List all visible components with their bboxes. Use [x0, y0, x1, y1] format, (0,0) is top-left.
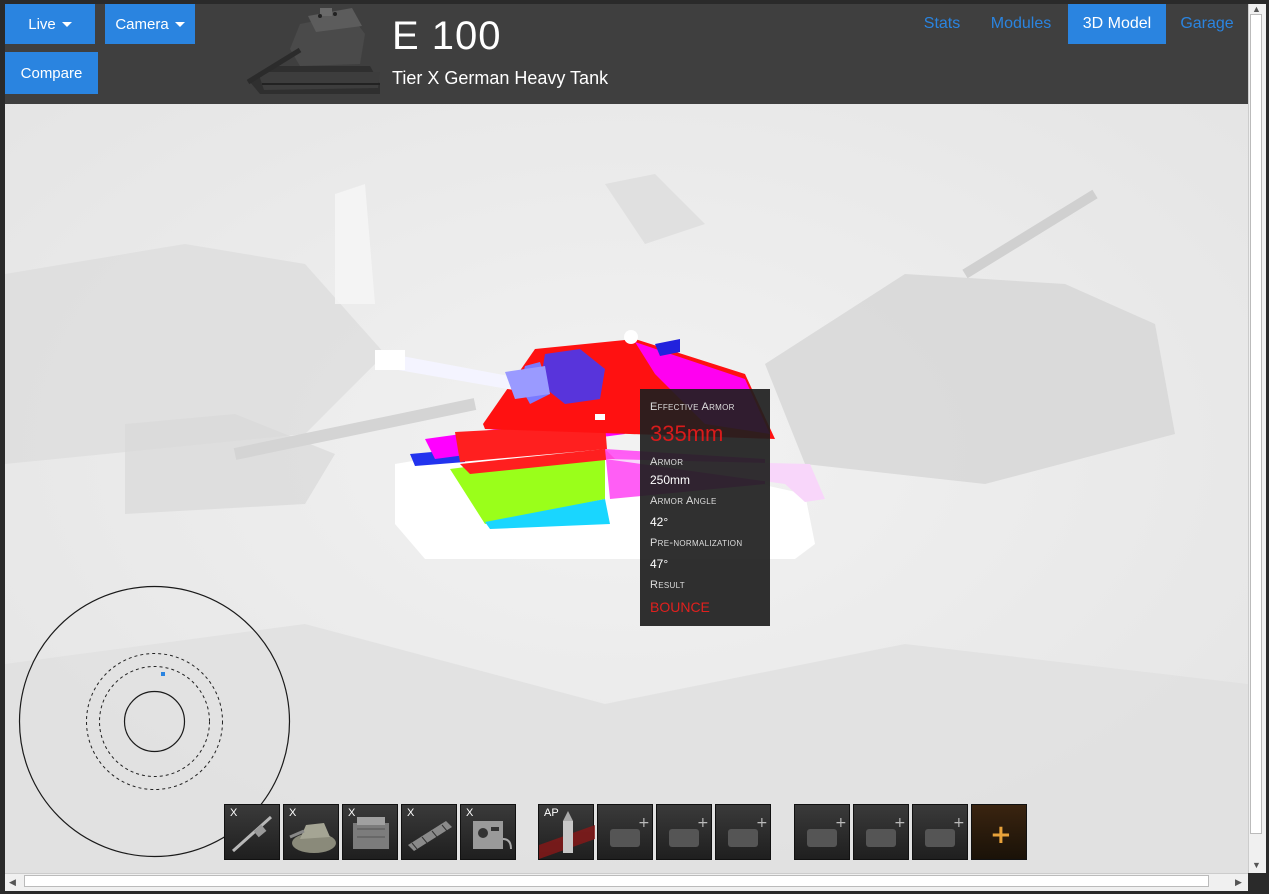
tank-name: E 100 — [392, 14, 502, 58]
radio-icon — [473, 821, 512, 850]
tank-subtitle: Tier X German Heavy Tank — [392, 68, 609, 88]
vertical-scroll-thumb[interactable] — [1250, 14, 1262, 834]
nav-garage[interactable]: Garage — [1175, 4, 1239, 44]
ap-shell-icon — [539, 811, 595, 859]
svg-text:+: + — [756, 815, 768, 831]
empty-consumable-icon: + — [610, 815, 650, 847]
module-slot-tracks[interactable]: X — [401, 804, 457, 860]
scroll-up-icon[interactable]: ▲ — [1252, 4, 1261, 14]
tracks-icon — [408, 821, 452, 851]
turret-icon — [289, 823, 336, 853]
armor-value: 250mm — [650, 473, 691, 487]
empty-consumable-icon: + — [728, 815, 768, 847]
consumable-slot-3[interactable]: + — [715, 804, 771, 860]
prenorm-value: 47° — [650, 557, 669, 571]
module-slot-engine[interactable]: X — [342, 804, 398, 860]
effective-armor-value: 335mm — [650, 421, 724, 446]
armor-tooltip: Effective Armor 335mm Armor 250mm Armor … — [640, 389, 770, 626]
chevron-down-icon — [61, 21, 72, 27]
live-label: Live — [28, 15, 56, 33]
equipment-slot-3[interactable]: + — [912, 804, 968, 860]
camera-label: Camera — [115, 15, 169, 33]
add-equipment-slot[interactable]: + — [971, 804, 1027, 860]
camera-dropdown-button[interactable]: Camera — [105, 4, 195, 44]
top-bar: Live Camera Compare E 100 Tier X German … — [5, 4, 1248, 104]
module-slot-radio[interactable]: X — [460, 804, 516, 860]
consumable-slot-2[interactable]: + — [656, 804, 712, 860]
equipment-slot-2[interactable]: + — [853, 804, 909, 860]
ammo-slot-ap[interactable]: AP — [538, 804, 595, 860]
prenorm-label: Pre-normalization — [650, 537, 743, 549]
live-dropdown-button[interactable]: Live — [5, 4, 95, 44]
add-equipment-icon: + — [990, 820, 1012, 850]
armor-angle-value: 42° — [650, 515, 669, 529]
tank-thumbnail-icon — [246, 8, 380, 94]
svg-text:+: + — [697, 815, 709, 831]
aim-point-marker — [161, 672, 165, 676]
empty-equipment-icon: + — [925, 815, 965, 847]
svg-text:+: + — [835, 815, 847, 831]
scroll-down-icon[interactable]: ▼ — [1252, 860, 1261, 870]
result-label: Result — [650, 579, 685, 591]
svg-text:+: + — [638, 815, 650, 831]
chevron-down-icon — [174, 21, 185, 27]
app-frame: Live Camera Compare E 100 Tier X German … — [5, 4, 1248, 873]
svg-text:+: + — [990, 820, 1012, 850]
engine-icon — [353, 817, 389, 849]
scroll-left-icon[interactable]: ◀ — [9, 877, 16, 888]
empty-consumable-icon: + — [669, 815, 709, 847]
3d-viewport[interactable]: Effective Armor 335mm Armor 250mm Armor … — [5, 104, 1248, 873]
nav-stats[interactable]: Stats — [913, 4, 971, 44]
svg-text:+: + — [953, 815, 965, 831]
compare-button[interactable]: Compare — [5, 52, 98, 94]
module-slot-gun[interactable]: X — [224, 804, 280, 860]
horizontal-scroll-thumb[interactable] — [24, 875, 1209, 887]
scroll-right-icon[interactable]: ▶ — [1235, 877, 1242, 888]
gun-icon — [231, 815, 273, 853]
empty-equipment-icon: + — [807, 815, 847, 847]
effective-armor-label: Effective Armor — [650, 401, 735, 413]
module-slot-turret[interactable]: X — [283, 804, 339, 860]
nav-3d-model[interactable]: 3D Model — [1068, 4, 1166, 44]
result-value: BOUNCE — [650, 599, 710, 615]
consumable-slot-1[interactable]: + — [597, 804, 653, 860]
svg-text:+: + — [894, 815, 906, 831]
compare-label: Compare — [20, 64, 83, 82]
empty-equipment-icon: + — [866, 815, 906, 847]
armor-angle-label: Armor Angle — [650, 495, 717, 507]
nav-modules[interactable]: Modules — [983, 4, 1059, 44]
armor-label: Armor — [650, 456, 684, 468]
equipment-slot-1[interactable]: + — [794, 804, 850, 860]
